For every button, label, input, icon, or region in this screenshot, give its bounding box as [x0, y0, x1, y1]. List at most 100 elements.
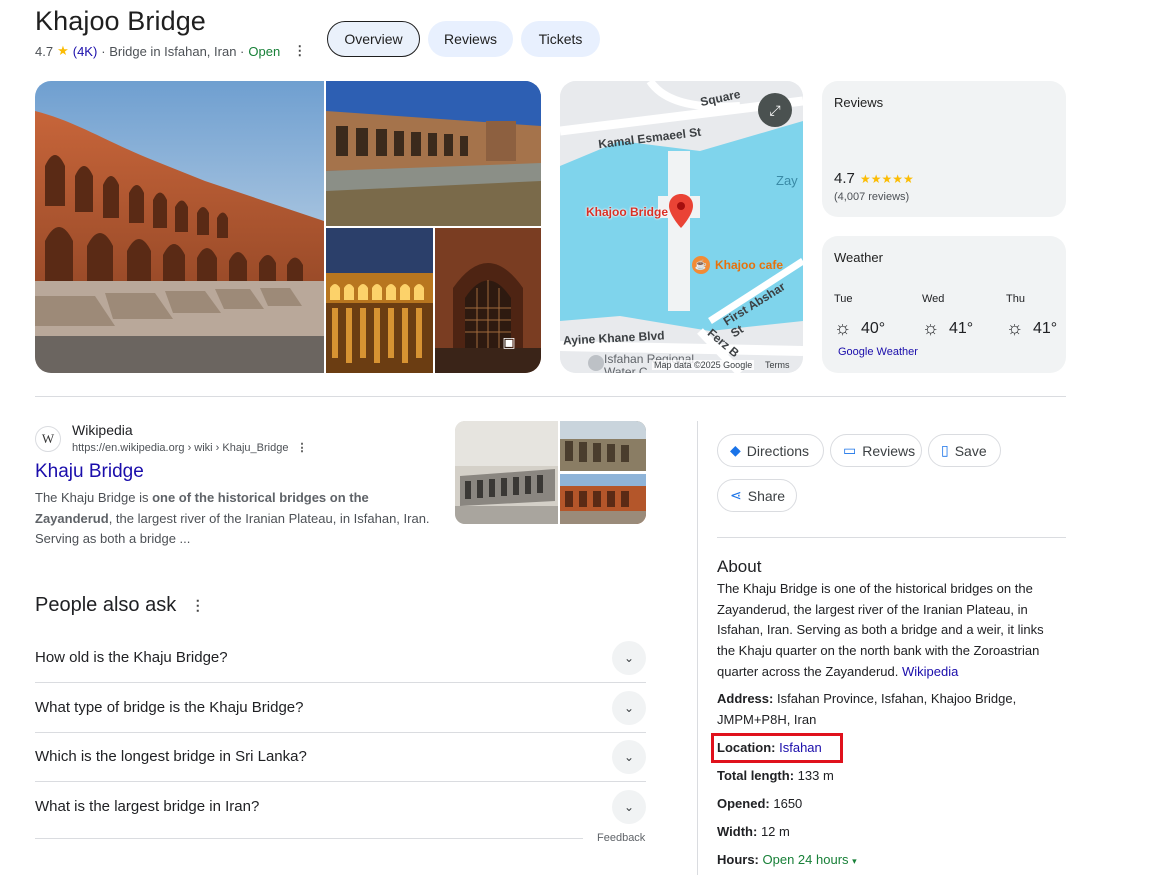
star-icon: ★: [57, 43, 69, 58]
tab-tickets[interactable]: Tickets: [521, 21, 600, 57]
about-text: The Khaju Bridge is one of the historica…: [717, 581, 1044, 679]
result-snippet: The Khaju Bridge is one of the historica…: [35, 488, 440, 550]
save-label: Save: [954, 442, 987, 459]
hours-value: Open 24 hours: [762, 852, 849, 867]
divider: [35, 838, 583, 839]
tab-overview[interactable]: Overview: [327, 21, 420, 57]
about-heading: About: [717, 557, 762, 576]
about-description: The Khaju Bridge is one of the historica…: [717, 579, 1062, 683]
share-label: Share: [747, 487, 786, 504]
divider: [35, 396, 1066, 397]
paa-question[interactable]: What type of bridge is the Khaju Bridge?…: [35, 683, 646, 733]
weather-day: Tue: [834, 293, 853, 305]
weather-temp: 41°: [949, 320, 974, 337]
image-gallery-icon[interactable]: ▣: [499, 332, 519, 352]
water-label: Zay: [776, 173, 798, 188]
fact-label: Width:: [717, 824, 758, 839]
directions-button[interactable]: ◆ Directions: [717, 434, 824, 467]
fact-label: Address:: [717, 691, 774, 706]
photo-gallery[interactable]: ▣: [35, 81, 541, 373]
sun-icon: ☼: [834, 318, 852, 339]
result-url-text[interactable]: https://en.wikipedia.org › wiki › Khaju_…: [72, 442, 288, 454]
reviews-button[interactable]: ▭ Reviews: [830, 434, 922, 467]
fact-label: Opened:: [717, 796, 770, 811]
snippet-text: The Khaju Bridge is: [35, 490, 153, 505]
wikipedia-logo-icon: W: [35, 426, 61, 452]
divider: [717, 537, 1066, 538]
result-title-link[interactable]: Khaju Bridge: [35, 461, 144, 483]
reviews-label: Reviews: [862, 442, 916, 459]
reviews-card-count: (4,007 reviews): [834, 191, 910, 203]
directions-icon: ◆: [730, 442, 741, 458]
hours-dropdown[interactable]: Open 24 hours ▾: [763, 852, 857, 867]
fact-width: Width: 12 m: [717, 822, 1057, 843]
more-options-icon[interactable]: ⋮: [190, 597, 205, 614]
more-options-icon[interactable]: ⋮: [292, 43, 306, 59]
share-button[interactable]: ⋖ Share: [717, 479, 797, 512]
share-icon: ⋖: [730, 487, 742, 503]
reviews-card-title: Reviews: [834, 95, 884, 110]
expand-map-icon[interactable]: ⤢: [758, 93, 792, 127]
chevron-down-icon[interactable]: ⌄: [612, 690, 646, 725]
map-preview[interactable]: Kamal Esmaeel St Square Zay Khajoo Bridg…: [560, 81, 803, 373]
tab-reviews[interactable]: Reviews: [428, 21, 513, 57]
map-pin-icon[interactable]: [668, 194, 694, 228]
more-options-icon[interactable]: ⋮: [294, 441, 308, 454]
paa-heading: People also ask ⋮: [35, 594, 205, 617]
fact-label: Total length:: [717, 768, 795, 783]
vertical-divider: [697, 421, 698, 875]
paa-question[interactable]: Which is the longest bridge in Sri Lanka…: [35, 732, 646, 782]
chevron-down-icon[interactable]: ⌄: [612, 640, 646, 675]
fact-value: 133 m: [797, 768, 834, 783]
google-weather-link[interactable]: Google Weather: [838, 346, 918, 358]
highlight-box: [711, 733, 843, 763]
cafe-icon[interactable]: ☕: [692, 256, 710, 274]
page-title: Khajoo Bridge: [35, 6, 206, 36]
weather-temp: 41°: [1033, 320, 1058, 337]
weather-day: Thu: [1006, 293, 1025, 305]
feedback-link[interactable]: Feedback: [597, 832, 645, 844]
result-thumbnails[interactable]: [455, 421, 646, 524]
sun-icon: ☼: [922, 318, 940, 339]
map-terms-link[interactable]: Terms: [765, 360, 790, 370]
bridge-photo-2[interactable]: [326, 81, 541, 226]
save-button[interactable]: ▯ Save: [928, 434, 1001, 467]
fact-opened: Opened: 1650: [717, 794, 1057, 815]
rating-value: 4.7: [35, 43, 54, 59]
paa-question-text: What is the largest bridge in Iran?: [35, 798, 260, 815]
night-bridge-photo[interactable]: [326, 228, 433, 373]
sun-icon: ☼: [1006, 318, 1024, 339]
weather-day: Wed: [922, 293, 945, 305]
chevron-down-icon[interactable]: ⌄: [612, 739, 646, 774]
paa-title-text: People also ask: [35, 594, 177, 616]
result-url[interactable]: https://en.wikipedia.org › wiki › Khaju_…: [72, 441, 308, 455]
review-count-link[interactable]: (4K): [73, 44, 98, 59]
weather-temp: 40°: [861, 320, 886, 337]
main-photo[interactable]: [35, 81, 324, 373]
place-category: · Bridge in Isfahan, Iran ·: [101, 43, 245, 59]
paa-question-text: How old is the Khaju Bridge?: [35, 649, 228, 666]
directions-label: Directions: [746, 442, 810, 459]
result-source[interactable]: Wikipedia: [72, 422, 133, 438]
star-rating-icon: ★★★★★: [860, 172, 914, 186]
dropdown-arrow-icon: ▾: [852, 856, 857, 866]
fact-value: 1650: [773, 796, 803, 811]
cafe-label: Khajoo cafe: [715, 258, 784, 272]
paa-question[interactable]: What is the largest bridge in Iran? ⌄: [35, 782, 646, 831]
region-label: Water C: [604, 365, 648, 373]
reviews-card[interactable]: Reviews 4.7 ★★★★★ (4,007 reviews): [822, 81, 1066, 217]
bookmark-icon: ▯: [941, 442, 949, 458]
paa-question-text: What type of bridge is the Khaju Bridge?: [35, 699, 304, 716]
fact-length: Total length: 133 m: [717, 766, 1057, 787]
fact-label: Hours:: [717, 852, 759, 867]
about-source-link[interactable]: Wikipedia: [902, 664, 958, 679]
arch-photo[interactable]: ▣: [435, 228, 541, 373]
paa-question[interactable]: How old is the Khaju Bridge? ⌄: [35, 633, 646, 683]
weather-card-title: Weather: [834, 250, 883, 265]
fact-address: Address: Isfahan Province, Isfahan, Khaj…: [717, 689, 1057, 730]
weather-card[interactable]: Weather Tue Wed Thu ☼ 40° ☼ 41° ☼ 41° Go…: [822, 236, 1066, 373]
map-credit: Map data ©2025 Google: [652, 360, 755, 370]
paa-question-text: Which is the longest bridge in Sri Lanka…: [35, 748, 307, 765]
open-status: Open: [248, 43, 281, 59]
chevron-down-icon[interactable]: ⌄: [612, 789, 646, 824]
